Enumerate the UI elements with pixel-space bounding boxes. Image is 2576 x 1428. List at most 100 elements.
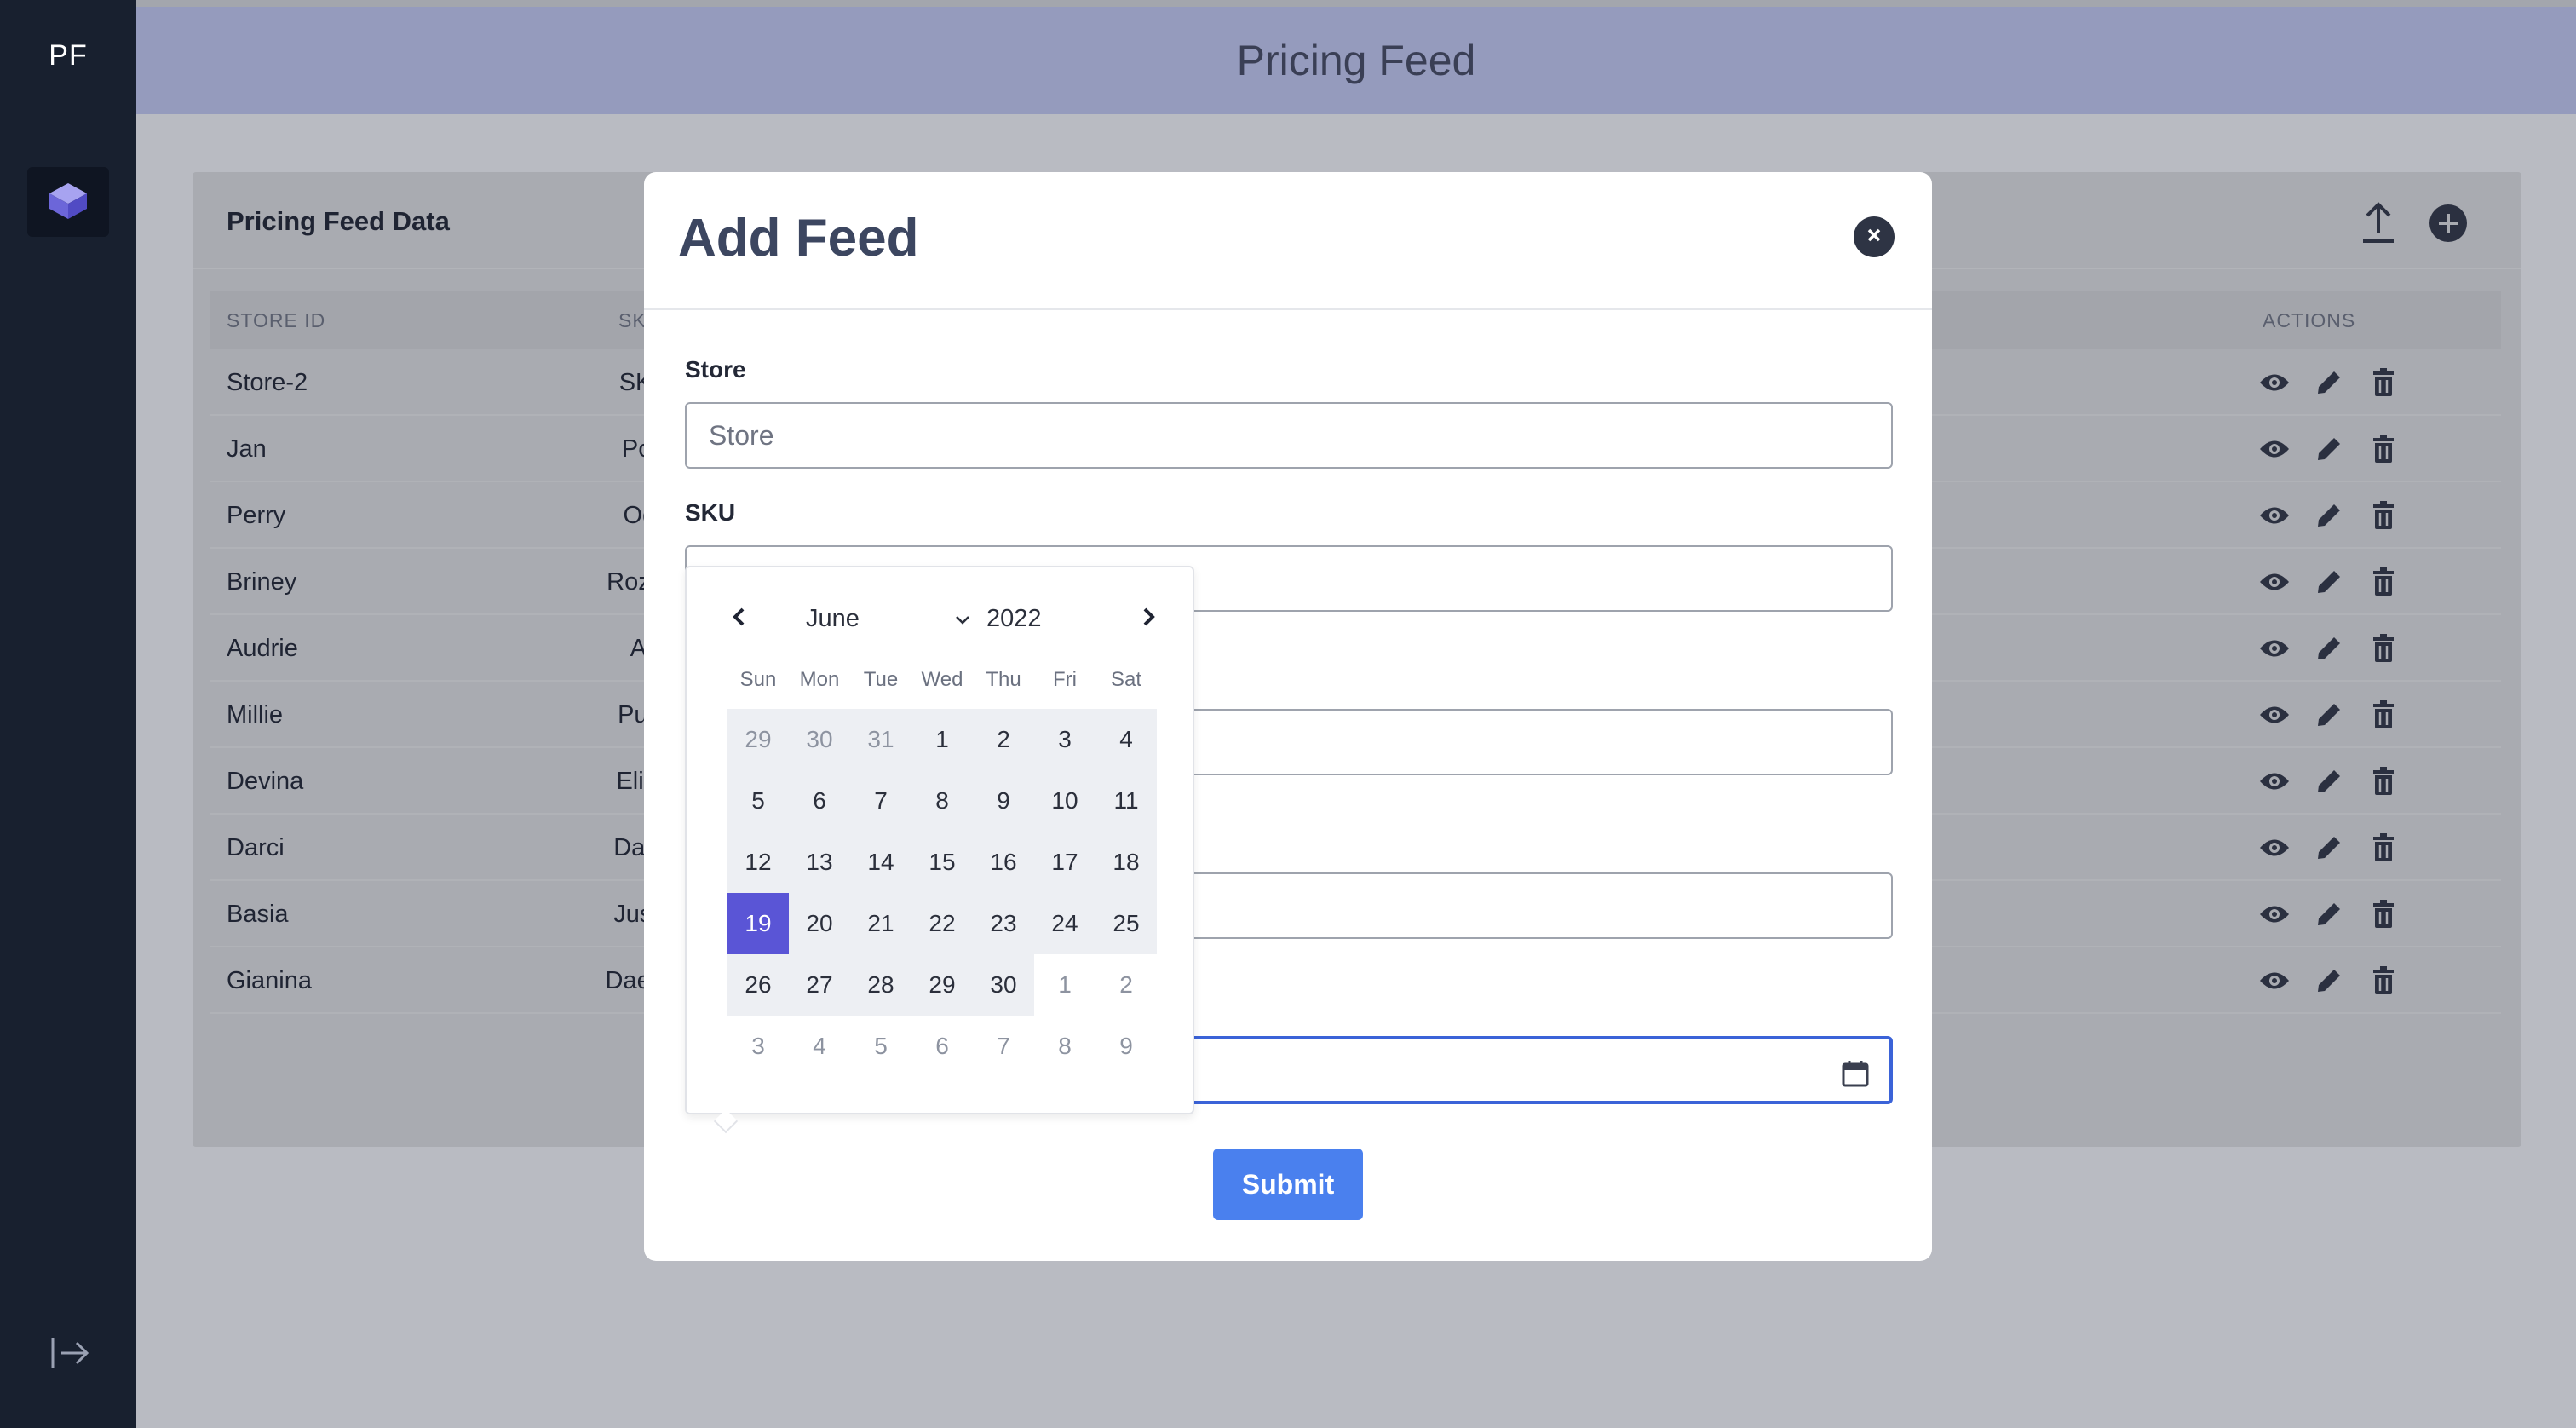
delete-icon[interactable] (2366, 498, 2401, 533)
calendar-day[interactable]: 1 (1034, 954, 1095, 1016)
sidebar-item-pricing-feed[interactable] (27, 167, 109, 237)
calendar-day[interactable]: 1 (911, 709, 973, 770)
store-id-cell: Store-2 (227, 369, 308, 396)
view-icon[interactable] (2257, 565, 2291, 599)
column-actions: ACTIONS (2263, 309, 2356, 331)
delete-icon[interactable] (2366, 432, 2401, 466)
calendar-day[interactable]: 20 (789, 893, 850, 954)
delete-icon[interactable] (2366, 698, 2401, 732)
calendar-day[interactable]: 7 (850, 770, 911, 832)
calendar-day[interactable]: 25 (1095, 893, 1157, 954)
close-button[interactable] (1854, 216, 1895, 257)
delete-icon[interactable] (2366, 964, 2401, 998)
chevron-down-icon[interactable] (952, 610, 973, 631)
calendar-day[interactable]: 23 (973, 893, 1034, 954)
edit-icon[interactable] (2312, 698, 2346, 732)
calendar-day[interactable]: 11 (1095, 770, 1157, 832)
weekday-label: Tue (863, 668, 899, 691)
calendar-day[interactable]: 29 (911, 954, 973, 1016)
logout-button[interactable] (44, 1329, 95, 1380)
edit-icon[interactable] (2312, 366, 2346, 400)
calendar-day[interactable]: 3 (727, 1016, 789, 1077)
chevron-right-icon (1141, 607, 1156, 631)
column-store-id: STORE ID (227, 309, 326, 331)
row-actions (2257, 564, 2401, 600)
calendar-day[interactable]: 27 (789, 954, 850, 1016)
calendar-day[interactable]: 2 (1095, 954, 1157, 1016)
calendar-day[interactable]: 6 (911, 1016, 973, 1077)
sku-label: SKU (685, 499, 736, 526)
weekday-label: Sun (739, 668, 777, 691)
calendar-icon[interactable] (1838, 1057, 1872, 1091)
view-icon[interactable] (2257, 897, 2291, 931)
edit-icon[interactable] (2312, 764, 2346, 798)
calendar-day[interactable]: 9 (973, 770, 1034, 832)
header-bar: Pricing Feed (136, 7, 2576, 114)
prev-month-button[interactable] (722, 602, 756, 636)
submit-button[interactable]: Submit (1213, 1149, 1363, 1220)
calendar-day[interactable]: 13 (789, 832, 850, 893)
calendar-day[interactable]: 31 (850, 709, 911, 770)
view-icon[interactable] (2257, 831, 2291, 865)
delete-icon[interactable] (2366, 366, 2401, 400)
row-actions (2257, 431, 2401, 467)
calendar-day[interactable]: 3 (1034, 709, 1095, 770)
month-select[interactable]: June (806, 605, 860, 633)
calendar-day[interactable]: 30 (973, 954, 1034, 1016)
calendar-day[interactable]: 19 (727, 893, 789, 954)
calendar-day[interactable]: 30 (789, 709, 850, 770)
calendar-day[interactable]: 2 (973, 709, 1034, 770)
view-icon[interactable] (2257, 631, 2291, 665)
calendar-day[interactable]: 4 (789, 1016, 850, 1077)
calendar-day[interactable]: 29 (727, 709, 789, 770)
calendar-day[interactable]: 26 (727, 954, 789, 1016)
calendar-day[interactable]: 6 (789, 770, 850, 832)
store-id-cell: Millie (227, 701, 284, 728)
store-input[interactable] (685, 402, 1893, 469)
calendar-day[interactable]: 12 (727, 832, 789, 893)
calendar-day[interactable]: 16 (973, 832, 1034, 893)
edit-icon[interactable] (2312, 498, 2346, 533)
calendar-day[interactable]: 18 (1095, 832, 1157, 893)
year-select[interactable]: 2022 (986, 605, 1042, 633)
calendar-day[interactable]: 4 (1095, 709, 1157, 770)
store-id-cell: Jan (227, 435, 267, 463)
calendar-day[interactable]: 9 (1095, 1016, 1157, 1077)
brand-logo[interactable]: PF (0, 39, 136, 72)
calendar-day[interactable]: 7 (973, 1016, 1034, 1077)
calendar-day[interactable]: 5 (727, 770, 789, 832)
edit-icon[interactable] (2312, 964, 2346, 998)
calendar-day[interactable]: 24 (1034, 893, 1095, 954)
edit-icon[interactable] (2312, 631, 2346, 665)
view-icon[interactable] (2257, 366, 2291, 400)
delete-icon[interactable] (2366, 565, 2401, 599)
view-icon[interactable] (2257, 964, 2291, 998)
upload-button[interactable] (2356, 198, 2401, 250)
add-feed-button[interactable] (2424, 201, 2472, 249)
delete-icon[interactable] (2366, 764, 2401, 798)
edit-icon[interactable] (2312, 897, 2346, 931)
calendar-day[interactable]: 10 (1034, 770, 1095, 832)
view-icon[interactable] (2257, 498, 2291, 533)
calendar-day[interactable]: 15 (911, 832, 973, 893)
calendar-day[interactable]: 8 (1034, 1016, 1095, 1077)
delete-icon[interactable] (2366, 897, 2401, 931)
edit-icon[interactable] (2312, 565, 2346, 599)
card-title: Pricing Feed Data (227, 206, 450, 236)
view-icon[interactable] (2257, 698, 2291, 732)
calendar-day[interactable]: 22 (911, 893, 973, 954)
calendar-day[interactable]: 14 (850, 832, 911, 893)
view-icon[interactable] (2257, 432, 2291, 466)
view-icon[interactable] (2257, 764, 2291, 798)
row-actions (2257, 763, 2401, 799)
calendar-day[interactable]: 28 (850, 954, 911, 1016)
calendar-day[interactable]: 17 (1034, 832, 1095, 893)
next-month-button[interactable] (1131, 602, 1165, 636)
delete-icon[interactable] (2366, 831, 2401, 865)
calendar-day[interactable]: 8 (911, 770, 973, 832)
edit-icon[interactable] (2312, 831, 2346, 865)
delete-icon[interactable] (2366, 631, 2401, 665)
edit-icon[interactable] (2312, 432, 2346, 466)
calendar-day[interactable]: 21 (850, 893, 911, 954)
calendar-day[interactable]: 5 (850, 1016, 911, 1077)
